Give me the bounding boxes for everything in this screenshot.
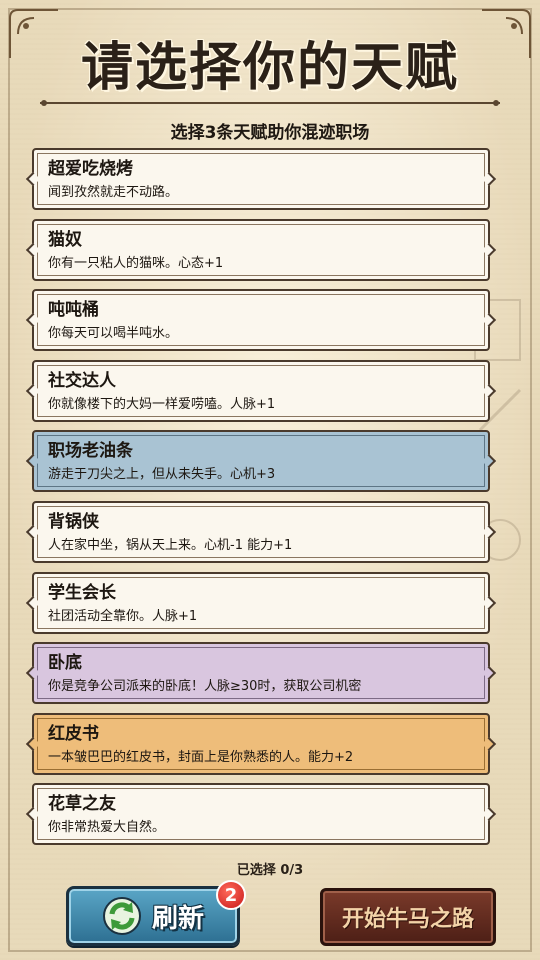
talent-desc: 你是竞争公司派来的卧底！人脉≥30时，获取公司机密 <box>48 679 362 695</box>
talent-title: 花草之友 <box>48 794 116 815</box>
talent-card[interactable]: 吨吨桶 你每天可以喝半吨水。 <box>32 289 490 352</box>
talent-desc: 社团活动全靠你。人脉+1 <box>48 608 198 624</box>
selection-counter: 已选择 0/3 <box>236 863 304 878</box>
header: 请选择你的天赋 <box>0 20 540 94</box>
talent-desc: 你每天可以喝半吨水。 <box>48 326 179 342</box>
talent-title: 超爱吃烧烤 <box>48 159 133 179</box>
talent-desc: 你非常热爱大自然。 <box>48 820 166 836</box>
talent-title: 吨吨桶 <box>48 300 99 321</box>
talent-desc: 游走于刀尖之上，但从未失手。心机+3 <box>48 467 276 483</box>
page-title: 请选择你的天赋 <box>80 37 459 98</box>
talent-desc: 人在家中坐，锅从天上来。心机-1 能力+1 <box>48 537 293 553</box>
talent-title: 背锅侠 <box>48 511 99 532</box>
page-subtitle: 选择3条天赋助你混迹职场 <box>170 123 370 143</box>
refresh-icon <box>102 897 141 935</box>
talent-card[interactable]: 背锅侠 人在家中坐，锅从天上来。心机-1 能力+1 <box>32 500 490 563</box>
refresh-count-badge: 2 <box>216 880 246 910</box>
talent-title: 猫奴 <box>48 229 82 250</box>
talent-title: 卧底 <box>48 653 82 674</box>
refresh-label: 刷新 <box>151 903 204 934</box>
talent-card-rare[interactable]: 职场老油条 游走于刀尖之上，但从未失手。心机+3 <box>32 430 490 493</box>
talent-desc: 一本皱巴巴的红皮书，封面上是你熟悉的人。能力+2 <box>48 749 354 765</box>
talent-desc: 闻到孜然就走不动路。 <box>48 185 179 200</box>
title-underline <box>40 100 500 106</box>
talent-desc: 你有一只粘人的猫咪。心态+1 <box>48 255 224 271</box>
talent-title: 社交达人 <box>48 370 116 391</box>
talent-desc: 你就像楼下的大妈一样爱唠嗑。人脉+1 <box>48 396 276 412</box>
talent-title: 职场老油条 <box>48 441 133 462</box>
talent-card[interactable]: 猫奴 你有一只粘人的猫咪。心态+1 <box>32 218 490 281</box>
start-button[interactable]: 开始牛马之路 <box>320 888 496 946</box>
talent-title: 红皮书 <box>48 723 99 744</box>
talent-card[interactable]: 学生会长 社团活动全靠你。人脉+1 <box>32 571 490 634</box>
refresh-button[interactable]: 刷新 <box>66 886 240 946</box>
talent-title: 学生会长 <box>48 582 116 603</box>
talent-card-epic[interactable]: 卧底 你是竞争公司派来的卧底！人脉≥30时，获取公司机密 <box>32 642 490 705</box>
talent-card[interactable]: 超爱吃烧烤 闻到孜然就走不动路。 <box>32 148 490 210</box>
talent-card[interactable]: 花草之友 你非常热爱大自然。 <box>32 783 490 846</box>
talent-card[interactable]: 社交达人 你就像楼下的大妈一样爱唠嗑。人脉+1 <box>32 359 490 422</box>
talent-card-legendary[interactable]: 红皮书 一本皱巴巴的红皮书，封面上是你熟悉的人。能力+2 <box>32 712 490 775</box>
start-label: 开始牛马之路 <box>341 907 474 932</box>
talent-list: 超爱吃烧烤 闻到孜然就走不动路。 猫奴 你有一只粘人的猫咪。心态+1 吨吨桶 你… <box>32 148 490 854</box>
